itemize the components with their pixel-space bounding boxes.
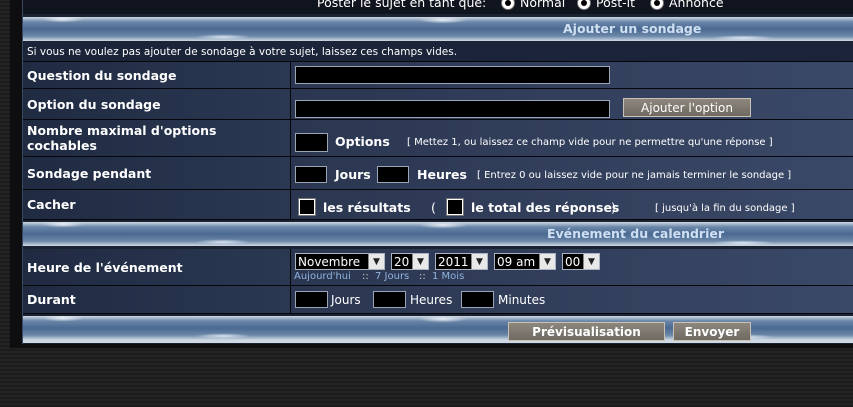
chevron-down-icon: ▼: [471, 254, 487, 269]
poll-max-options-input[interactable]: [295, 133, 328, 152]
event-year-select[interactable]: 2011 ▼: [435, 253, 488, 270]
event-days-input[interactable]: [295, 291, 328, 308]
poll-duration-hours-input[interactable]: [377, 166, 409, 183]
event-minute-select[interactable]: 00 ▼: [562, 253, 600, 270]
event-hours-input[interactable]: [373, 291, 406, 308]
chevron-down-icon: ▼: [412, 254, 428, 269]
send-button[interactable]: Envoyer: [673, 322, 751, 341]
poll-question-input[interactable]: [295, 66, 610, 84]
event-hours-label: Heures: [410, 293, 453, 307]
event-minutes-label: Minutes: [498, 293, 546, 307]
poll-notice: Si vous ne voulez pas ajouter de sondage…: [27, 46, 458, 58]
poll-notice-row: Si vous ne voulez pas ajouter de sondage…: [23, 42, 853, 62]
event-section-header: Evénement du calendrier: [23, 222, 853, 246]
post-type-postit-label: Post-it: [596, 0, 636, 10]
seven-days-link[interactable]: 7 Jours: [375, 271, 409, 282]
today-link[interactable]: Aujourd'hui: [294, 271, 351, 282]
post-type-postit-radio[interactable]: [577, 0, 591, 10]
event-day-select[interactable]: 20 ▼: [391, 253, 429, 270]
post-type-row: Poster le sujet en tant que: Normal Post…: [23, 0, 853, 14]
poll-duration-days-input[interactable]: [295, 166, 327, 183]
add-option-button[interactable]: Ajouter l'option: [623, 98, 751, 117]
event-duration-row: Durant Jours Heures Minutes: [23, 286, 853, 314]
poll-duration-hint: [ Entrez 0 ou laissez vide pour ne jamai…: [477, 170, 792, 181]
poll-option-input[interactable]: [295, 100, 610, 118]
hide-total-checkbox[interactable]: [446, 198, 464, 216]
hide-total-label: le total des réponses: [471, 200, 620, 215]
paren-open: (: [431, 200, 436, 215]
event-month-select[interactable]: Novembre ▼: [295, 253, 385, 270]
poll-max-options-label: Nombre maximal d'options cochables: [23, 120, 291, 156]
paren-close: ): [611, 200, 616, 215]
event-minutes-input[interactable]: [461, 291, 494, 308]
hide-results-label: les résultats: [323, 200, 411, 215]
event-time-label: Heure de l'événement: [23, 249, 291, 285]
preview-button[interactable]: Prévisualisation: [508, 322, 665, 341]
link-separator: ::: [419, 271, 426, 282]
event-duration-label: Durant: [23, 286, 291, 313]
poll-hide-row: Cacher les résultats ( le total des répo…: [23, 190, 853, 220]
post-as-label: Poster le sujet en tant que:: [317, 0, 487, 10]
chevron-down-icon: ▼: [368, 254, 384, 269]
link-separator: ::: [362, 271, 369, 282]
poll-max-options-row: Nombre maximal d'options cochables Optio…: [23, 120, 853, 157]
poll-section-header: Ajouter un sondage: [23, 17, 853, 41]
poll-option-label: Option du sondage: [23, 89, 291, 119]
poll-question-label: Question du sondage: [23, 62, 291, 88]
post-type-annonce-radio[interactable]: [650, 0, 664, 10]
poll-max-options-hint: [ Mettez 1, ou laissez ce champ vide pou…: [407, 137, 773, 148]
hide-results-checkbox[interactable]: [298, 198, 316, 216]
event-time-row: Heure de l'événement Novembre ▼ 20 ▼ 2011 ▼…: [23, 249, 853, 286]
event-days-label: Jours: [331, 293, 361, 307]
poll-max-options-unit: Options: [335, 134, 390, 149]
poll-question-row: Question du sondage: [23, 62, 853, 89]
event-section-title: Evénement du calendrier: [547, 226, 725, 241]
poll-duration-hours-label: Heures: [417, 167, 467, 182]
poll-option-row: Option du sondage Ajouter l'option: [23, 89, 853, 120]
poll-hide-label: Cacher: [23, 190, 291, 219]
chevron-down-icon: ▼: [539, 254, 555, 269]
poll-duration-row: Sondage pendant Jours Heures [ Entrez 0 …: [23, 157, 853, 190]
one-month-link[interactable]: 1 Mois: [432, 271, 464, 282]
chevron-down-icon: ▼: [583, 254, 599, 269]
post-type-normal-label: Normal: [520, 0, 566, 10]
poll-hide-hint: [ jusqu'à la fin du sondage ]: [655, 203, 795, 214]
poll-duration-days-label: Jours: [335, 167, 371, 182]
post-form-panel: Poster le sujet en tant que: Normal Post…: [22, 0, 853, 344]
post-type-annonce-label: Annonce: [669, 0, 724, 10]
poll-duration-label: Sondage pendant: [23, 157, 291, 189]
action-bar: Prévisualisation Envoyer: [23, 316, 853, 343]
poll-section-title: Ajouter un sondage: [563, 21, 702, 36]
post-type-normal-radio[interactable]: [501, 0, 515, 10]
event-hour-select[interactable]: 09 am ▼: [494, 253, 556, 270]
